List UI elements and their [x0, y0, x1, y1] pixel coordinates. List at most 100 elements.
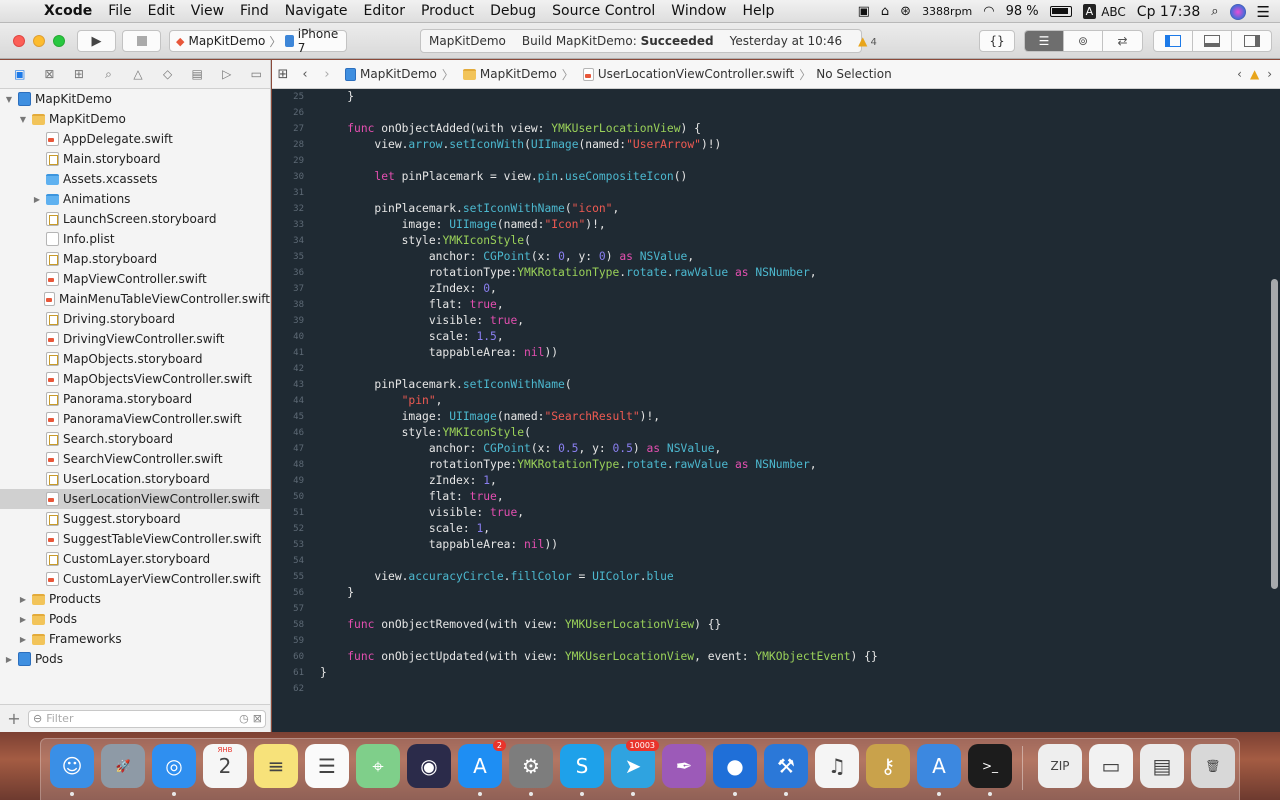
menu-file[interactable]: File	[100, 3, 139, 19]
file-tree-row[interactable]: CustomLayer.storyboard	[0, 549, 270, 569]
disclosure-open-icon[interactable]: ▼	[4, 95, 14, 104]
code-text[interactable]	[308, 553, 320, 569]
back-arrow-icon[interactable]: ‹	[294, 67, 316, 82]
code-line[interactable]: 49 zIndex: 1,	[272, 473, 1280, 489]
scm-filter-icon[interactable]: ⊠	[253, 712, 265, 725]
breadcrumb-file[interactable]: UserLocationViewController.swift	[576, 67, 797, 81]
launchpad-icon[interactable]: 🚀	[101, 744, 145, 788]
project-navigator-tab-icon[interactable]: ▣	[6, 67, 34, 81]
file-tree-row[interactable]: ▶ Animations	[0, 189, 270, 209]
symbol-navigator-tab-icon[interactable]: ⊞	[65, 67, 93, 81]
code-line[interactable]: 53 tappableArea: nil))	[272, 537, 1280, 553]
code-line[interactable]: 44 "pin",	[272, 393, 1280, 409]
assistant-editor-button[interactable]: ⊚	[1064, 31, 1103, 51]
code-text[interactable]: tappableArea: nil))	[308, 537, 558, 553]
report-navigator-tab-icon[interactable]: ▭	[243, 67, 271, 81]
code-line[interactable]: 50 flat: true,	[272, 489, 1280, 505]
code-text[interactable]: }	[308, 585, 354, 601]
file-tree-row[interactable]: ▶ Pods	[0, 609, 270, 629]
file-tree-row[interactable]: MapObjectsViewController.swift	[0, 369, 270, 389]
code-text[interactable]: pinPlacemark.setIconWithName("icon",	[308, 201, 619, 217]
notification-center-icon[interactable]: ☰	[1257, 3, 1270, 21]
document-icon[interactable]: ▭	[1089, 744, 1133, 788]
forward-arrow-icon[interactable]: ›	[316, 67, 338, 82]
archive-icon[interactable]: ZIP	[1038, 744, 1082, 788]
screenshot-icon[interactable]: ▤	[1140, 744, 1184, 788]
menu-editor[interactable]: Editor	[356, 3, 413, 19]
code-text[interactable]: func onObjectRemoved(with view: YMKUserL…	[308, 617, 721, 633]
xcode-icon[interactable]: ⚒	[764, 744, 808, 796]
menu-debug[interactable]: Debug	[482, 3, 544, 19]
notes-icon[interactable]: ≡	[254, 744, 298, 788]
code-text[interactable]: "pin",	[308, 393, 443, 409]
code-line[interactable]: 47 anchor: CGPoint(x: 0.5, y: 0.5) as NS…	[272, 441, 1280, 457]
code-text[interactable]: style:YMKIconStyle(	[308, 233, 531, 249]
activity-viewer[interactable]: MapKitDemo Build MapKitDemo: Succeeded Y…	[420, 29, 877, 53]
finder-icon[interactable]: ☺	[50, 744, 94, 796]
file-tree-row[interactable]: ▶ Pods	[0, 649, 270, 669]
source-control-tab-icon[interactable]: ⊠	[36, 67, 64, 81]
test-navigator-tab-icon[interactable]: ◇	[154, 67, 182, 81]
code-line[interactable]: 59	[272, 633, 1280, 649]
debug-navigator-tab-icon[interactable]: ▤	[183, 67, 211, 81]
input-source-icon[interactable]: A	[1082, 4, 1097, 19]
code-line[interactable]: 40 scale: 1.5,	[272, 329, 1280, 345]
file-tree-row[interactable]: Info.plist	[0, 229, 270, 249]
library-button[interactable]: {}	[979, 30, 1015, 52]
code-line[interactable]: 34 style:YMKIconStyle(	[272, 233, 1280, 249]
code-line[interactable]: 25 }	[272, 89, 1280, 105]
file-tree-row[interactable]: MapObjects.storyboard	[0, 349, 270, 369]
next-issue-icon[interactable]: ›	[1267, 67, 1272, 81]
file-tree-row[interactable]: Assets.xcassets	[0, 169, 270, 189]
wifi-icon[interactable]: ◠	[983, 4, 994, 19]
file-tree-row[interactable]: Map.storyboard	[0, 249, 270, 269]
code-line[interactable]: 55 view.accuracyCircle.fillColor = UICol…	[272, 569, 1280, 585]
code-text[interactable]: let pinPlacemark = view.pin.useComposite…	[308, 169, 687, 185]
code-line[interactable]: 57	[272, 601, 1280, 617]
code-line[interactable]: 39 visible: true,	[272, 313, 1280, 329]
version-editor-button[interactable]: ⇄	[1103, 31, 1142, 51]
disclosure-closed-icon[interactable]: ▶	[18, 615, 28, 624]
related-items-icon[interactable]: ⊞	[272, 67, 294, 82]
maps-icon[interactable]: ⌖	[356, 744, 400, 788]
file-tree-row[interactable]: SuggestTableViewController.swift	[0, 529, 270, 549]
code-line[interactable]: 61}	[272, 665, 1280, 681]
file-tree-row[interactable]: Driving.storyboard	[0, 309, 270, 329]
code-line[interactable]: 62	[272, 681, 1280, 697]
code-text[interactable]: zIndex: 0,	[308, 281, 497, 297]
app-store-icon[interactable]: A2	[458, 740, 506, 796]
code-text[interactable]: }	[308, 89, 354, 105]
disclosure-closed-icon[interactable]: ▶	[4, 655, 14, 664]
code-line[interactable]: 37 zIndex: 0,	[272, 281, 1280, 297]
code-text[interactable]: pinPlacemark.setIconWithName(	[308, 377, 571, 393]
code-line[interactable]: 35 anchor: CGPoint(x: 0, y: 0) as NSValu…	[272, 249, 1280, 265]
file-tree-row[interactable]: MapViewController.swift	[0, 269, 270, 289]
disclosure-closed-icon[interactable]: ▶	[32, 195, 42, 204]
scheme-name[interactable]: MapKitDemo	[188, 34, 265, 48]
code-text[interactable]: scale: 1.5,	[308, 329, 504, 345]
speed-icon[interactable]: ⊛	[900, 4, 911, 19]
input-source-label[interactable]: ABC	[1101, 5, 1126, 19]
code-line[interactable]: 33 image: UIImage(named:"Icon")!,	[272, 217, 1280, 233]
toggle-debug-area-button[interactable]	[1193, 31, 1232, 51]
minimize-window-button[interactable]	[33, 35, 45, 47]
trash-icon[interactable]: 🗑	[1191, 744, 1235, 788]
maps-pin-icon[interactable]: ●	[713, 744, 757, 796]
source-editor[interactable]: 25 } 26 27 func onObjectAdded(with view: Y…	[272, 89, 1280, 732]
run-button[interactable]: ▶	[77, 30, 116, 52]
file-tree-row[interactable]: Suggest.storyboard	[0, 509, 270, 529]
code-text[interactable]: image: UIImage(named:"Icon")!,	[308, 217, 606, 233]
quill-icon[interactable]: ✒	[662, 744, 706, 788]
code-text[interactable]: anchor: CGPoint(x: 0.5, y: 0.5) as NSVal…	[308, 441, 722, 457]
code-line[interactable]: 42	[272, 361, 1280, 377]
breadcrumb-group[interactable]: MapKitDemo	[456, 67, 560, 81]
menu-edit[interactable]: Edit	[140, 3, 183, 19]
code-text[interactable]	[308, 153, 320, 169]
battery-percent[interactable]: 98 %	[1006, 4, 1039, 19]
calendar-icon[interactable]: ЯНВ 2	[203, 744, 247, 788]
toggle-inspector-button[interactable]	[1232, 31, 1271, 51]
file-tree-row[interactable]: ▶ Frameworks	[0, 629, 270, 649]
add-file-icon[interactable]: +	[0, 709, 28, 728]
simulator-icon[interactable]: A	[917, 744, 961, 796]
clock[interactable]: Ср 17:38	[1137, 4, 1200, 20]
